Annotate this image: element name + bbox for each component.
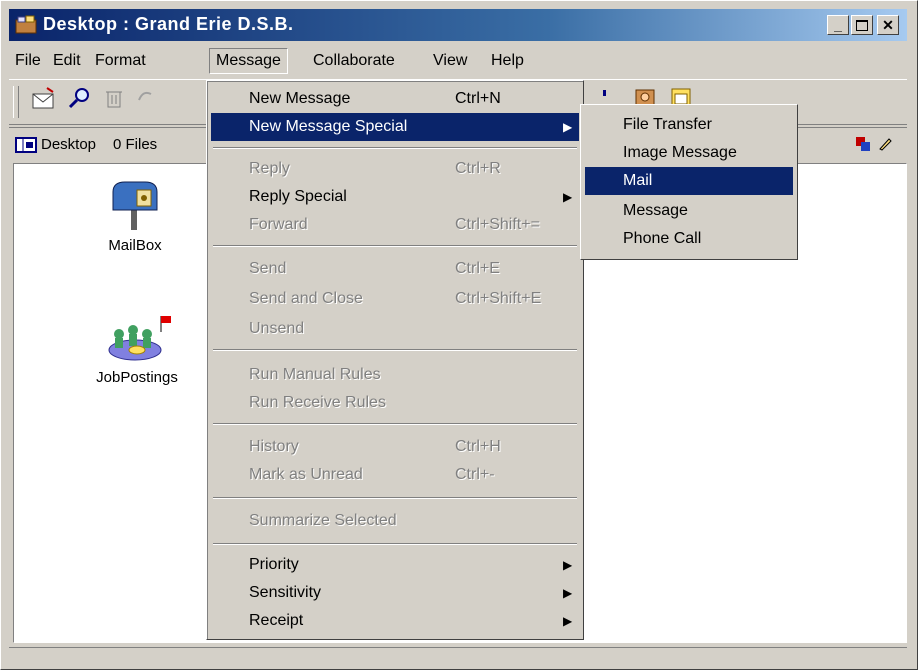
location-label: Desktop xyxy=(41,136,97,153)
maximize-icon xyxy=(856,20,868,31)
menu-new-message[interactable]: New Message Ctrl+N xyxy=(211,85,579,113)
menu-collaborate[interactable]: Collaborate xyxy=(307,49,401,73)
minimize-icon: _ xyxy=(834,17,842,33)
menu-separator xyxy=(213,423,577,425)
menu-run-receive-rules[interactable]: Run Receive Rules xyxy=(211,389,579,417)
minimize-button[interactable]: _ xyxy=(827,15,849,35)
submenu-phone-call[interactable]: Phone Call xyxy=(585,225,793,253)
mailbox-item[interactable]: MailBox xyxy=(70,178,200,254)
submenu-arrow-icon: ▶ xyxy=(563,190,573,204)
menu-separator xyxy=(213,147,577,149)
menu-help[interactable]: Help xyxy=(485,49,530,73)
new-message-special-submenu: File Transfer Image Message Mail Message… xyxy=(580,104,798,260)
menu-message[interactable]: Message xyxy=(209,48,288,74)
toolbar-grip[interactable] xyxy=(13,86,19,118)
menu-reply[interactable]: Reply Ctrl+R xyxy=(211,155,579,183)
submenu-arrow-icon: ▶ xyxy=(563,558,573,572)
mailbox-icon xyxy=(112,181,158,230)
jobpostings-item[interactable]: JobPostings xyxy=(72,312,202,386)
menu-send-and-close[interactable]: Send and Close Ctrl+Shift+E xyxy=(211,285,579,313)
menu-edit[interactable]: Edit xyxy=(47,49,87,73)
magnifier-icon xyxy=(68,88,89,109)
menu-mark-as-unread[interactable]: Mark as Unread Ctrl+- xyxy=(211,461,579,489)
menu-run-manual-rules[interactable]: Run Manual Rules xyxy=(211,361,579,389)
submenu-file-transfer[interactable]: File Transfer xyxy=(585,111,793,139)
jobpostings-label: JobPostings xyxy=(96,369,178,386)
windows-icon[interactable] xyxy=(855,136,871,152)
submenu-mail[interactable]: Mail xyxy=(585,167,793,195)
menu-file[interactable]: File xyxy=(9,49,47,73)
submenu-image-message[interactable]: Image Message xyxy=(585,139,793,167)
window-title: Desktop : Grand Erie D.S.B. xyxy=(43,14,294,34)
message-menu: New Message Ctrl+N New Message Special ▶… xyxy=(206,80,584,640)
menu-send[interactable]: Send Ctrl+E xyxy=(211,255,579,283)
jobpostings-icon xyxy=(108,316,171,361)
menu-unsend[interactable]: Unsend xyxy=(211,315,579,343)
menu-priority[interactable]: Priority ▶ xyxy=(211,551,579,579)
mailbox-label: MailBox xyxy=(108,237,162,254)
submenu-arrow-icon: ▶ xyxy=(563,614,573,628)
menu-summarize-selected[interactable]: Summarize Selected xyxy=(211,507,579,535)
menu-separator xyxy=(213,349,577,351)
submenu-message[interactable]: Message xyxy=(585,197,793,225)
menu-separator xyxy=(213,245,577,247)
maximize-button[interactable] xyxy=(851,15,873,35)
close-button[interactable]: ✕ xyxy=(877,15,899,35)
close-icon: ✕ xyxy=(882,17,894,33)
menu-forward[interactable]: Forward Ctrl+Shift+= xyxy=(211,211,579,239)
submenu-arrow-icon: ▶ xyxy=(563,586,573,600)
menu-reply-special[interactable]: Reply Special ▶ xyxy=(211,183,579,211)
delete-tool[interactable] xyxy=(99,86,129,116)
menu-sensitivity[interactable]: Sensitivity ▶ xyxy=(211,579,579,607)
new-mail-tool[interactable] xyxy=(29,86,59,116)
status-bar xyxy=(9,647,907,668)
menu-history[interactable]: History Ctrl+H xyxy=(211,433,579,461)
menu-bar: File Edit Format Message Collaborate Vie… xyxy=(9,45,907,75)
menu-new-message-special[interactable]: New Message Special ▶ xyxy=(211,113,579,141)
hand-icon xyxy=(138,91,152,101)
envelope-icon xyxy=(32,87,54,109)
menu-format[interactable]: Format xyxy=(89,49,152,73)
trash-icon xyxy=(106,91,122,108)
disabled-tool[interactable] xyxy=(131,86,161,116)
menu-separator xyxy=(213,543,577,545)
menu-separator xyxy=(213,497,577,499)
desktop-folder-icon xyxy=(15,137,37,153)
find-tool[interactable] xyxy=(65,86,95,116)
pencil-icon[interactable] xyxy=(877,136,893,152)
desktop-app-icon xyxy=(15,15,37,34)
submenu-arrow-icon: ▶ xyxy=(563,120,573,134)
menu-receipt[interactable]: Receipt ▶ xyxy=(211,607,579,635)
menu-view[interactable]: View xyxy=(427,49,473,73)
file-count: 0 Files xyxy=(113,136,158,153)
title-bar[interactable]: Desktop : Grand Erie D.S.B. _ ✕ xyxy=(9,9,907,41)
